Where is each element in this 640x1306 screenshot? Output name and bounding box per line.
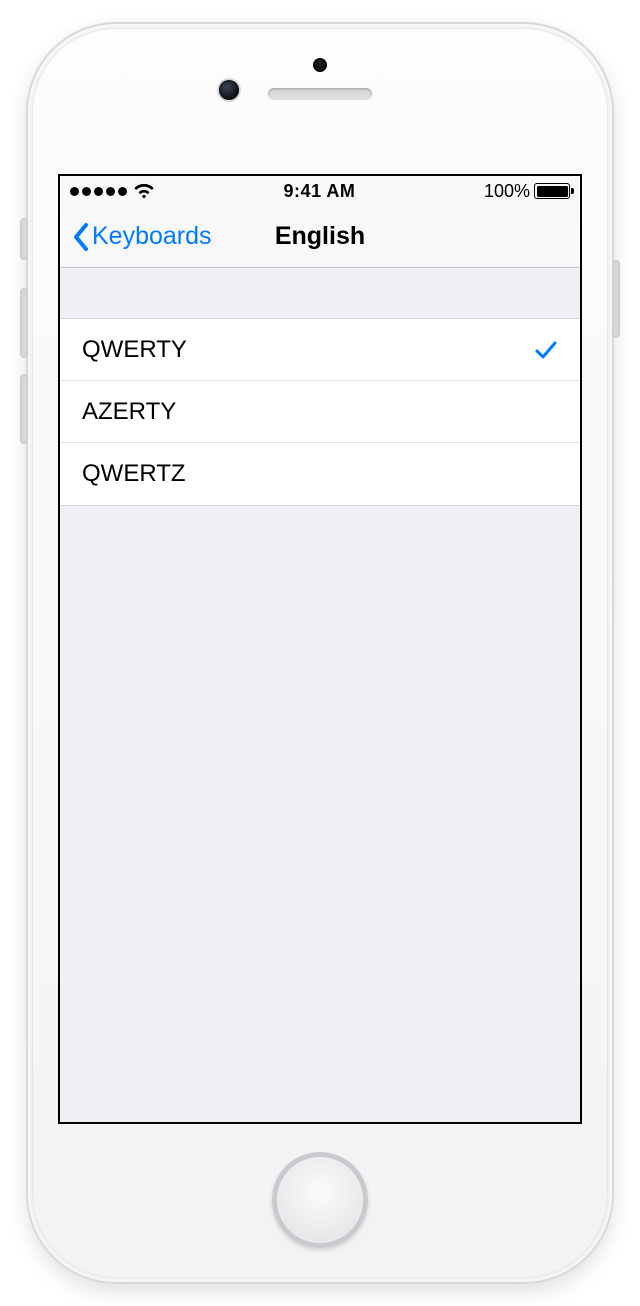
layout-label: QWERTY	[82, 336, 187, 364]
earpiece-speaker	[268, 88, 372, 100]
chevron-left-icon	[72, 222, 90, 252]
checkmark-icon	[534, 340, 558, 360]
keyboard-layout-list: QWERTY AZERTY QWERTZ	[60, 318, 580, 506]
front-camera	[219, 80, 239, 100]
section-header-spacer	[60, 268, 580, 318]
layout-label: QWERTZ	[82, 460, 186, 488]
phone-frame: 9:41 AM 100% Keyboards English	[26, 22, 614, 1284]
mute-switch	[20, 218, 28, 260]
power-button	[612, 260, 620, 338]
layout-label: AZERTY	[82, 398, 176, 426]
page-title: English	[275, 222, 365, 251]
battery-indicator: 100%	[484, 181, 570, 202]
volume-down-button	[20, 374, 28, 444]
cellular-signal-icon	[70, 187, 127, 196]
layout-row-qwertz[interactable]: QWERTZ	[60, 443, 580, 505]
layout-row-qwerty[interactable]: QWERTY	[60, 319, 580, 381]
navigation-bar: Keyboards English	[60, 206, 580, 268]
battery-percent: 100%	[484, 181, 530, 202]
layout-row-azerty[interactable]: AZERTY	[60, 381, 580, 443]
home-button[interactable]	[272, 1152, 368, 1248]
clock: 9:41 AM	[284, 181, 356, 202]
back-label: Keyboards	[92, 222, 212, 251]
battery-icon	[534, 183, 570, 199]
volume-up-button	[20, 288, 28, 358]
wifi-icon	[133, 183, 155, 199]
back-button[interactable]: Keyboards	[66, 206, 218, 267]
proximity-sensor	[313, 58, 327, 72]
status-bar: 9:41 AM 100%	[60, 176, 580, 206]
screen: 9:41 AM 100% Keyboards English	[58, 174, 582, 1124]
